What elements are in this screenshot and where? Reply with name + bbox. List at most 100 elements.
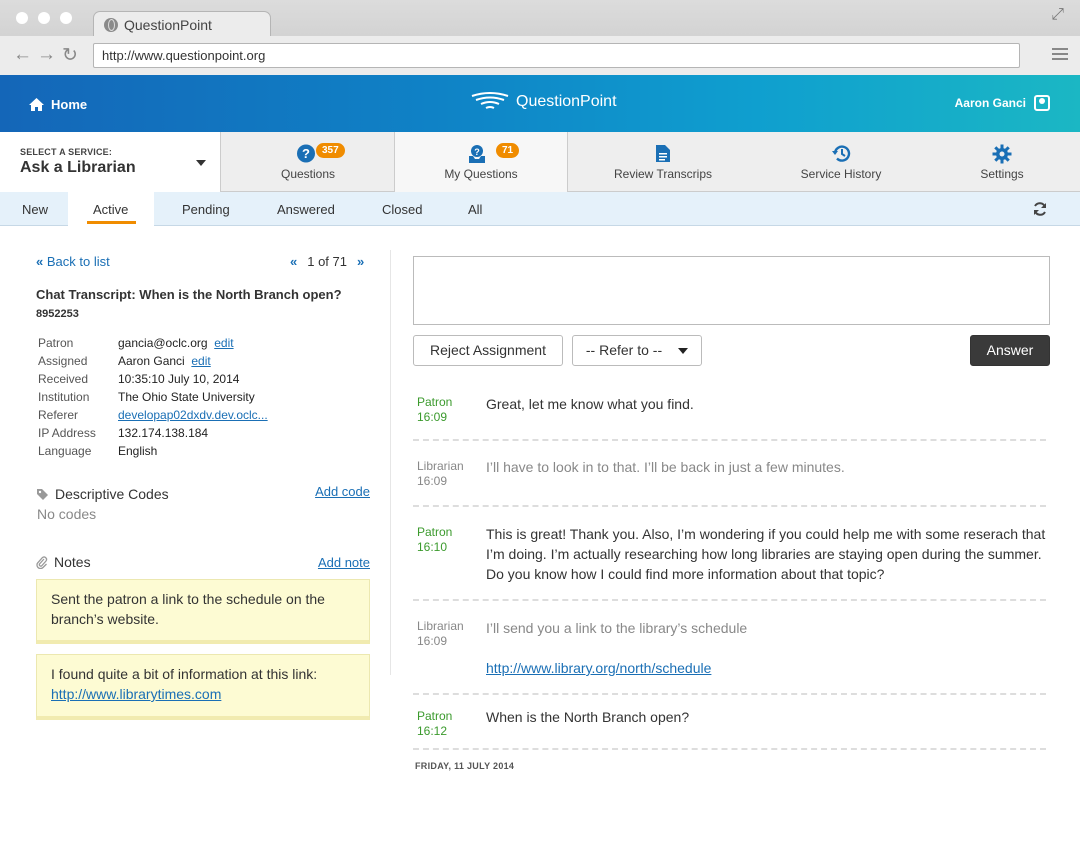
meta-key: Language	[38, 444, 92, 458]
active-tab-indicator	[87, 221, 136, 224]
add-code-link[interactable]: Add code	[315, 484, 370, 499]
meta-key: Patron	[38, 336, 74, 350]
globe-icon	[104, 17, 118, 32]
assigned-user: Aaron Ganci	[118, 354, 185, 368]
maximize-window-button[interactable]	[60, 12, 72, 24]
nav-review-transcripts[interactable]: Review Transcrips	[568, 132, 758, 192]
edit-patron-link[interactable]: edit	[214, 336, 233, 354]
meta-key: IP Address	[38, 426, 96, 440]
meta-row-referer: Referer developap02dxdv.dev.oclc...	[38, 408, 268, 426]
chat-message: Patron 16:12 When is the North Branch ope…	[413, 695, 1046, 750]
my-questions-icon: ?	[469, 145, 485, 163]
next-question-icon[interactable]: »	[357, 254, 364, 269]
close-window-button[interactable]	[16, 12, 28, 24]
ip-address: 132.174.138.184	[118, 426, 209, 440]
address-bar[interactable]: http://www.questionpoint.org	[93, 43, 1020, 68]
logo-icon	[471, 92, 509, 109]
message-sender: Patron 16:09	[417, 395, 453, 424]
meta-key: Referer	[38, 408, 79, 422]
panel-divider	[390, 250, 391, 675]
logo-text: QuestionPoint	[516, 93, 617, 110]
service-name: Ask a Librarian	[20, 159, 136, 176]
paperclip-icon	[36, 555, 48, 569]
window-controls	[16, 12, 72, 24]
refer-to-value: -- Refer to --	[585, 342, 663, 358]
conversation-date: FRIDAY, 11 JULY 2014	[415, 761, 515, 771]
institution-name: The Ohio State University	[118, 390, 255, 404]
tag-icon	[37, 488, 48, 500]
notes-heading: Notes	[36, 554, 91, 570]
history-icon	[832, 145, 851, 162]
reject-assignment-button[interactable]: Reject Assignment	[413, 335, 563, 366]
meta-row-language: Language English	[38, 444, 268, 462]
minimize-window-button[interactable]	[38, 12, 50, 24]
pager-position: 1 of 71	[307, 254, 347, 269]
tab-closed[interactable]: Closed	[382, 202, 422, 217]
nav-service-history[interactable]: Service History	[758, 132, 924, 192]
user-menu[interactable]: Aaron Ganci	[955, 95, 1050, 111]
message-sender: Patron 16:12	[417, 709, 453, 738]
nav-review-label: Review Transcrips	[613, 167, 713, 181]
notes-title: Notes	[54, 554, 91, 570]
edit-assigned-link[interactable]: edit	[191, 354, 210, 372]
answer-button[interactable]: Answer	[970, 335, 1050, 366]
message-sender: Librarian 16:09	[417, 459, 464, 488]
message-text: This is great! Thank you. Also, I’m wond…	[486, 526, 1046, 582]
message-text: When is the North Branch open?	[486, 709, 690, 725]
nav-settings-label: Settings	[980, 167, 1024, 181]
nav-my-questions[interactable]: ? 71 My Questions	[394, 132, 568, 192]
forward-arrow-icon[interactable]: →	[37, 44, 56, 66]
reply-input[interactable]	[413, 256, 1050, 325]
schedule-link[interactable]: http://www.library.org/north/schedule	[486, 660, 711, 676]
double-chevron-left-icon: «	[36, 254, 44, 269]
service-selector[interactable]: SELECT A SERVICE: Ask a Librarian	[0, 132, 221, 192]
message-sender: Patron 16:10	[417, 525, 453, 554]
question-metadata: Patron gancia@oclc.org edit Assigned Aar…	[38, 336, 268, 462]
browser-tab[interactable]: QuestionPoint	[93, 11, 271, 37]
question-icon: ?	[297, 144, 315, 163]
add-note-link[interactable]: Add note	[318, 555, 370, 570]
reload-icon[interactable]: ↻	[62, 44, 78, 67]
message-text: Great, let me know what you find.	[486, 396, 694, 412]
app-header: Home QuestionPoint Aaron Ganci	[0, 75, 1080, 132]
home-link[interactable]: Home	[28, 97, 87, 112]
descriptive-codes-title: Descriptive Codes	[55, 486, 169, 502]
meta-key: Received	[38, 372, 89, 386]
browser-chrome: QuestionPoint ⤢ ← → ↻ http://www.questio…	[0, 0, 1080, 75]
tab-pending[interactable]: Pending	[182, 202, 230, 217]
tab-answered[interactable]: Answered	[277, 202, 335, 217]
message-text: I’ll send you a link to the library’s sc…	[486, 618, 1046, 678]
pager: « 1 of 71 »	[290, 254, 364, 269]
back-to-list-link[interactable]: « Back to list	[36, 254, 110, 269]
tab-all[interactable]: All	[468, 202, 482, 217]
note-text: Sent the patron a link to the schedule o…	[51, 591, 325, 627]
browser-menu-icon[interactable]	[1052, 48, 1068, 63]
language-value: English	[118, 444, 158, 458]
meta-row-institution: Institution The Ohio State University	[38, 390, 268, 408]
browser-tab-title: QuestionPoint	[124, 16, 212, 33]
referer-link[interactable]: developap02dxdv.dev.oclc...	[118, 408, 268, 426]
note-card: I found quite a bit of information at th…	[36, 654, 370, 720]
refer-to-select[interactable]: -- Refer to --	[572, 335, 702, 366]
received-time: 10:35:10 July 10, 2014	[118, 372, 240, 386]
meta-row-received: Received 10:35:10 July 10, 2014	[38, 372, 268, 390]
back-to-list-label: Back to list	[46, 254, 110, 269]
chevron-down-icon	[678, 348, 689, 355]
nav-questions-label: Questions	[280, 167, 336, 181]
note-link[interactable]: http://www.librarytimes.com	[51, 686, 221, 702]
tab-active[interactable]: Active	[93, 202, 128, 217]
back-arrow-icon[interactable]: ←	[13, 44, 32, 66]
tab-new[interactable]: New	[22, 202, 48, 217]
refresh-icon[interactable]	[1032, 201, 1048, 217]
note-card: Sent the patron a link to the schedule o…	[36, 579, 370, 644]
my-questions-count-badge: 71	[496, 143, 520, 158]
message-text: I’ll have to look in to that. I’ll be ba…	[486, 459, 845, 475]
nav-settings[interactable]: Settings	[924, 132, 1080, 192]
previous-question-icon[interactable]: «	[290, 254, 297, 269]
nav-questions[interactable]: ? 357 Questions	[221, 132, 395, 192]
document-icon	[656, 145, 670, 162]
question-id: 8952253	[36, 308, 79, 320]
questions-count-badge: 357	[316, 143, 345, 158]
patron-email: gancia@oclc.org	[118, 336, 208, 350]
fullscreen-icon[interactable]: ⤢	[1051, 6, 1064, 24]
